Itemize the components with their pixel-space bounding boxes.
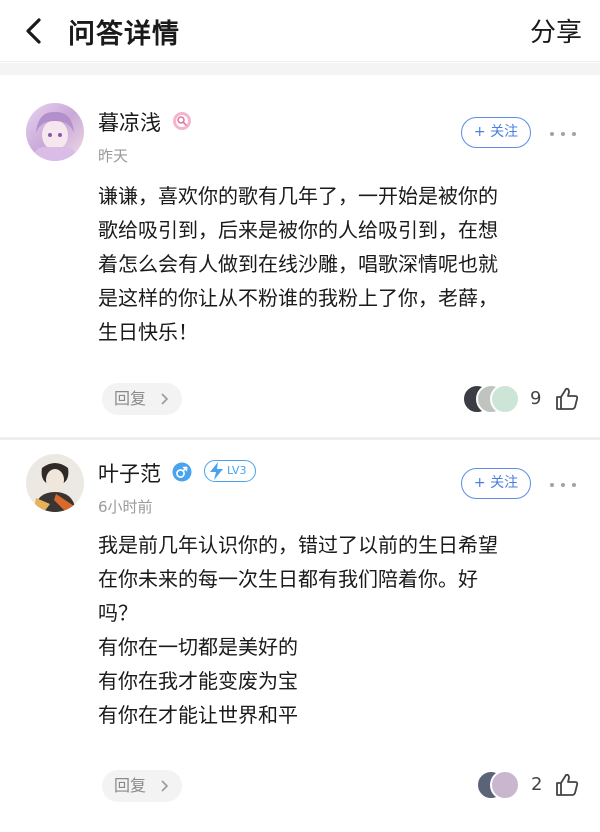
chevron-right-icon	[161, 393, 169, 405]
avatar	[490, 770, 520, 800]
comment-line: 谦谦，喜欢你的歌有几年了，一开始是被你的	[98, 184, 498, 208]
comment-card: 叶子范 LV3 6小时前 + 关注 我是前几年认识你的，错过了以前的生日希望 在…	[0, 440, 600, 832]
page-title: 问答详情	[68, 19, 180, 50]
thumbs-up-icon[interactable]	[554, 386, 580, 412]
comment-text: 我是前几年认识你的，错过了以前的生日希望 在你未来的每一次生日都有我们陪着你。好…	[98, 528, 576, 732]
reply-label: 回复	[114, 389, 147, 408]
like-count: 9	[530, 388, 542, 409]
chevron-right-icon	[161, 780, 169, 792]
avatar	[490, 384, 520, 414]
back-chevron-icon[interactable]	[18, 14, 52, 48]
section-divider	[0, 63, 600, 75]
verified-badge-icon	[173, 112, 191, 130]
post-time: 6小时前	[98, 498, 153, 516]
comment-line: 着怎么会有人做到在线沙雕，唱歌深情呢也就	[98, 252, 498, 276]
avatar[interactable]	[26, 103, 84, 161]
username[interactable]: 叶子范	[98, 458, 161, 488]
follow-button[interactable]: + 关注	[461, 468, 531, 499]
level-badge: LV3	[204, 460, 256, 482]
comment-text: 谦谦，喜欢你的歌有几年了，一开始是被你的 歌给吸引到，后来是被你的人给吸引到，在…	[98, 179, 576, 349]
comment-card: 暮凉浅 昨天 + 关注 谦谦，喜欢你的歌有几年了，一开始是被你的 歌给吸引到，后…	[0, 75, 600, 435]
comment-line: 歌给吸引到，后来是被你的人给吸引到，在想	[98, 218, 498, 242]
thumbs-up-icon[interactable]	[554, 772, 580, 798]
more-dots-icon[interactable]	[548, 480, 578, 490]
level-label: LV3	[227, 464, 247, 477]
avatar[interactable]	[26, 454, 84, 512]
comment-line: 生日快乐！	[98, 320, 198, 344]
follow-button[interactable]: + 关注	[461, 117, 531, 148]
comment-line: 是这样的你让从不粉谁的我粉上了你，老薛，	[98, 286, 498, 310]
liker-avatars[interactable]	[476, 770, 526, 802]
share-button[interactable]: 分享	[530, 12, 582, 49]
reply-button[interactable]: 回复	[102, 383, 182, 415]
comment-line: 我是前几年认识你的，错过了以前的生日希望	[98, 533, 498, 557]
username[interactable]: 暮凉浅	[98, 107, 161, 137]
male-icon	[172, 462, 192, 482]
comment-line: 吗？	[98, 601, 138, 625]
liker-avatars[interactable]	[462, 384, 526, 416]
reply-label: 回复	[114, 776, 147, 795]
comment-line: 有你在才能让世界和平	[98, 703, 298, 727]
comment-line: 在你未来的每一次生日都有我们陪着你。好	[98, 567, 478, 591]
comment-line: 有你在一切都是美好的	[98, 635, 298, 659]
reply-button[interactable]: 回复	[102, 770, 182, 802]
lightning-icon	[210, 462, 223, 480]
like-count: 2	[531, 774, 543, 795]
comment-line: 有你在我才能变废为宝	[98, 669, 298, 693]
post-time: 昨天	[98, 147, 129, 165]
more-dots-icon[interactable]	[548, 129, 578, 139]
top-nav-bar: 问答详情 分享	[0, 0, 600, 62]
